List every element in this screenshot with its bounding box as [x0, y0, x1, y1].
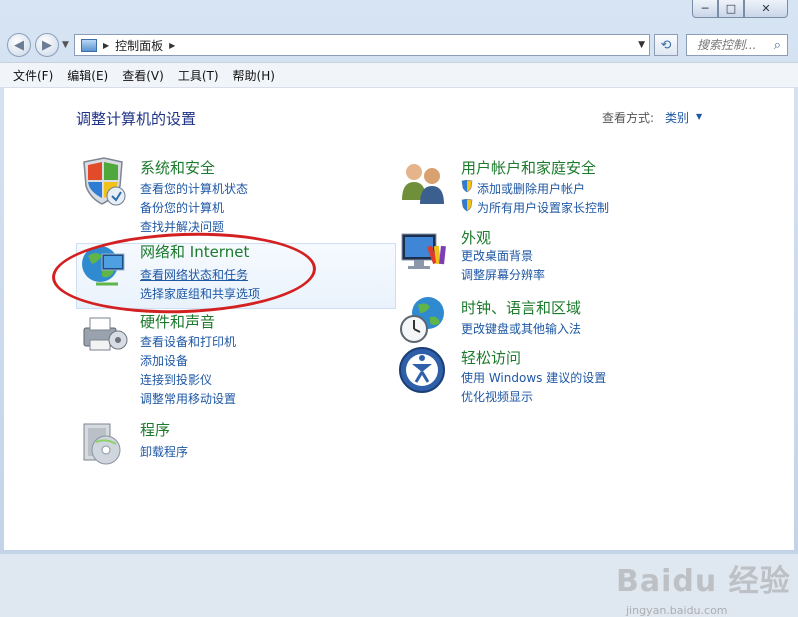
refresh-icon: ⟲ [660, 37, 672, 53]
forward-button[interactable]: ▶ [35, 33, 59, 57]
search-input[interactable] [695, 37, 769, 53]
recent-pages-dropdown[interactable]: ▼ [62, 40, 69, 50]
content-pane: 调整计算机的设置 查看方式: 类别 ▼ 系统和安全 查看您的计算机状态 备份您的… [4, 88, 794, 617]
link-view-computer-status[interactable]: 查看您的计算机状态 [140, 180, 248, 197]
link-optimize-video-display[interactable]: 优化视频显示 [461, 388, 533, 405]
navigation-bar: ◀ ▶ ▼ ▶ 控制面板 ▶ ▼ ⟲ ⌕ [0, 28, 798, 62]
back-button[interactable]: ◀ [7, 33, 31, 57]
link-add-remove-accounts[interactable]: 添加或删除用户帐户 [477, 180, 585, 197]
control-panel-window: ─ □ ✕ ◀ ▶ ▼ ▶ 控制面板 ▶ ▼ ⟲ ⌕ 文件(F) 编辑(E) 查… [0, 0, 798, 617]
search-icon[interactable]: ⌕ [774, 38, 781, 53]
maximize-button[interactable]: □ [718, 0, 744, 18]
maximize-icon: □ [725, 2, 737, 15]
arrow-right-icon: ▶ [42, 37, 52, 53]
menu-help[interactable]: 帮助(H) [226, 67, 282, 84]
view-mode-selector[interactable]: 类别 [665, 109, 689, 126]
address-dropdown-icon[interactable]: ▼ [638, 40, 645, 50]
users-icon[interactable] [398, 156, 450, 208]
chevron-right-icon[interactable]: ▶ [103, 41, 109, 50]
link-change-desktop-background[interactable]: 更改桌面背景 [461, 247, 533, 264]
uac-shield-icon [461, 180, 473, 193]
category-title-system-security[interactable]: 系统和安全 [140, 157, 215, 178]
breadcrumb-control-panel[interactable]: 控制面板 [115, 37, 163, 54]
close-button[interactable]: ✕ [744, 0, 788, 18]
address-bar[interactable]: ▶ 控制面板 ▶ ▼ [74, 34, 650, 56]
menu-file[interactable]: 文件(F) [6, 67, 60, 84]
minimize-icon: ─ [701, 2, 709, 15]
link-devices-printers[interactable]: 查看设备和打印机 [140, 333, 236, 350]
uac-shield-icon [461, 199, 473, 212]
link-mobility-settings[interactable]: 调整常用移动设置 [140, 390, 236, 407]
minimize-button[interactable]: ─ [692, 0, 718, 18]
display-palette-icon[interactable] [398, 226, 450, 278]
title-bar: ─ □ ✕ [0, 0, 798, 28]
clock-globe-icon[interactable] [398, 295, 450, 347]
link-backup-computer[interactable]: 备份您的计算机 [140, 199, 224, 216]
link-parental-controls[interactable]: 为所有用户设置家长控制 [477, 199, 609, 216]
chevron-right-icon[interactable]: ▶ [169, 41, 175, 50]
link-adjust-resolution[interactable]: 调整屏幕分辨率 [461, 266, 545, 283]
printer-icon[interactable] [78, 310, 130, 362]
page-title: 调整计算机的设置 [76, 110, 197, 128]
watermark-logo: Baidu 经验 [616, 564, 791, 599]
ease-of-access-icon[interactable] [398, 346, 450, 398]
link-windows-recommended-settings[interactable]: 使用 Windows 建议的设置 [461, 369, 606, 386]
link-uninstall-program[interactable]: 卸载程序 [140, 443, 188, 460]
refresh-button[interactable]: ⟲ [654, 34, 678, 56]
control-panel-icon [81, 38, 97, 52]
category-title-appearance[interactable]: 外观 [461, 227, 491, 248]
watermark-url: jingyan.baidu.com [626, 604, 728, 617]
shield-icon[interactable] [78, 156, 130, 208]
link-connect-projector[interactable]: 连接到投影仪 [140, 371, 212, 388]
link-add-device[interactable]: 添加设备 [140, 352, 188, 369]
category-title-ease-of-access[interactable]: 轻松访问 [461, 347, 521, 368]
search-box[interactable]: ⌕ [686, 34, 788, 56]
category-title-programs[interactable]: 程序 [140, 419, 170, 440]
view-mode-label: 查看方式: [602, 111, 655, 125]
link-change-keyboard-input[interactable]: 更改键盘或其他输入法 [461, 320, 581, 337]
menu-tools[interactable]: 工具(T) [171, 67, 226, 84]
menu-edit[interactable]: 编辑(E) [60, 67, 115, 84]
window-controls: ─ □ ✕ [692, 0, 788, 18]
menu-view[interactable]: 查看(V) [115, 67, 171, 84]
programs-disc-icon[interactable] [78, 418, 130, 470]
arrow-left-icon: ◀ [14, 37, 24, 53]
close-icon: ✕ [761, 2, 771, 15]
baidu-watermark: Baidu 经验 jingyan.baidu.com [616, 556, 791, 617]
category-title-user-accounts[interactable]: 用户帐户和家庭安全 [461, 157, 596, 178]
menu-bar: 文件(F) 编辑(E) 查看(V) 工具(T) 帮助(H) [0, 62, 798, 88]
category-title-hardware-sound[interactable]: 硬件和声音 [140, 311, 215, 332]
view-mode-dropdown-icon[interactable]: ▼ [696, 112, 702, 121]
category-title-clock-language-region[interactable]: 时钟、语言和区域 [461, 297, 581, 318]
